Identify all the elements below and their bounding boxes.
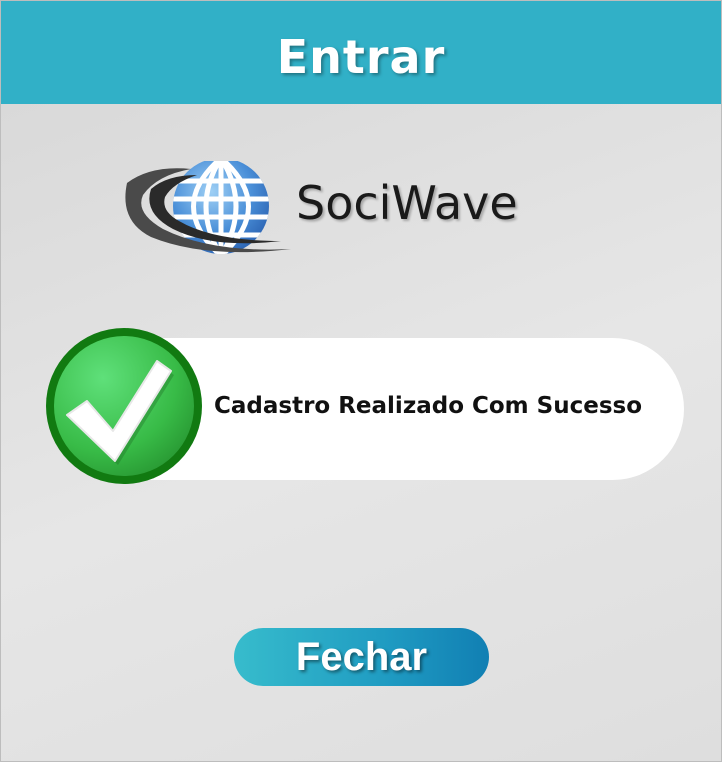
dialog-header: Entrar <box>1 1 721 104</box>
success-message-text: Cadastro Realizado Com Sucesso <box>214 393 643 419</box>
close-button[interactable]: Fechar <box>234 628 489 686</box>
globe-swoosh-icon <box>125 161 292 254</box>
dialog-title: Entrar <box>276 30 446 84</box>
brand-name: SociWave <box>296 176 518 230</box>
checkmark-icon <box>46 328 202 484</box>
dialog-window: Entrar SociWave Cadastro Realizado Com S… <box>0 0 722 762</box>
